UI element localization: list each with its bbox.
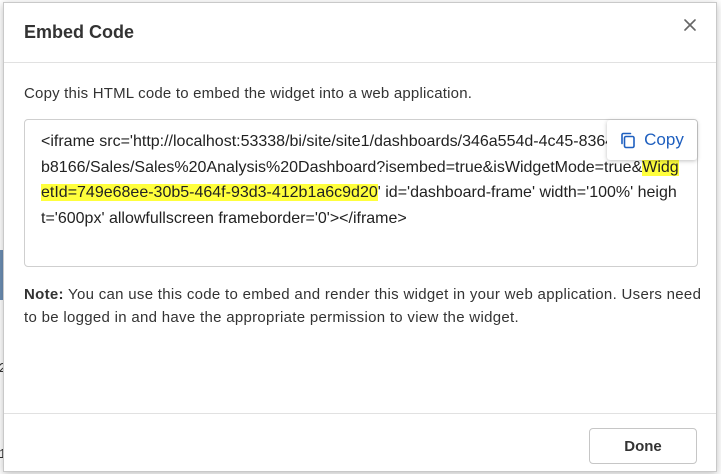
copy-button[interactable]: Copy bbox=[607, 120, 697, 160]
note-text: Note: You can use this code to embed and… bbox=[24, 283, 704, 329]
copy-icon bbox=[621, 132, 635, 148]
code-text-part: <iframe src='http://localhost:53338/bi/s… bbox=[41, 133, 681, 176]
done-button[interactable]: Done bbox=[589, 428, 697, 464]
embed-code-text[interactable]: <iframe src='http://localhost:53338/bi/s… bbox=[41, 129, 681, 231]
close-icon bbox=[684, 19, 696, 31]
close-button[interactable] bbox=[680, 15, 700, 35]
note-label: Note: bbox=[24, 286, 64, 303]
dialog-header: Embed Code bbox=[4, 3, 716, 63]
instruction-text: Copy this HTML code to embed the widget … bbox=[24, 85, 473, 102]
note-body: You can use this code to embed and rende… bbox=[24, 286, 702, 326]
embed-code-box[interactable]: <iframe src='http://localhost:53338/bi/s… bbox=[24, 119, 698, 267]
dialog-title: Embed Code bbox=[24, 22, 135, 42]
embed-code-dialog: Embed Code Copy this HTML code to embed … bbox=[3, 2, 717, 472]
dialog-footer: Done bbox=[4, 413, 716, 471]
copy-button-label: Copy bbox=[644, 130, 684, 149]
